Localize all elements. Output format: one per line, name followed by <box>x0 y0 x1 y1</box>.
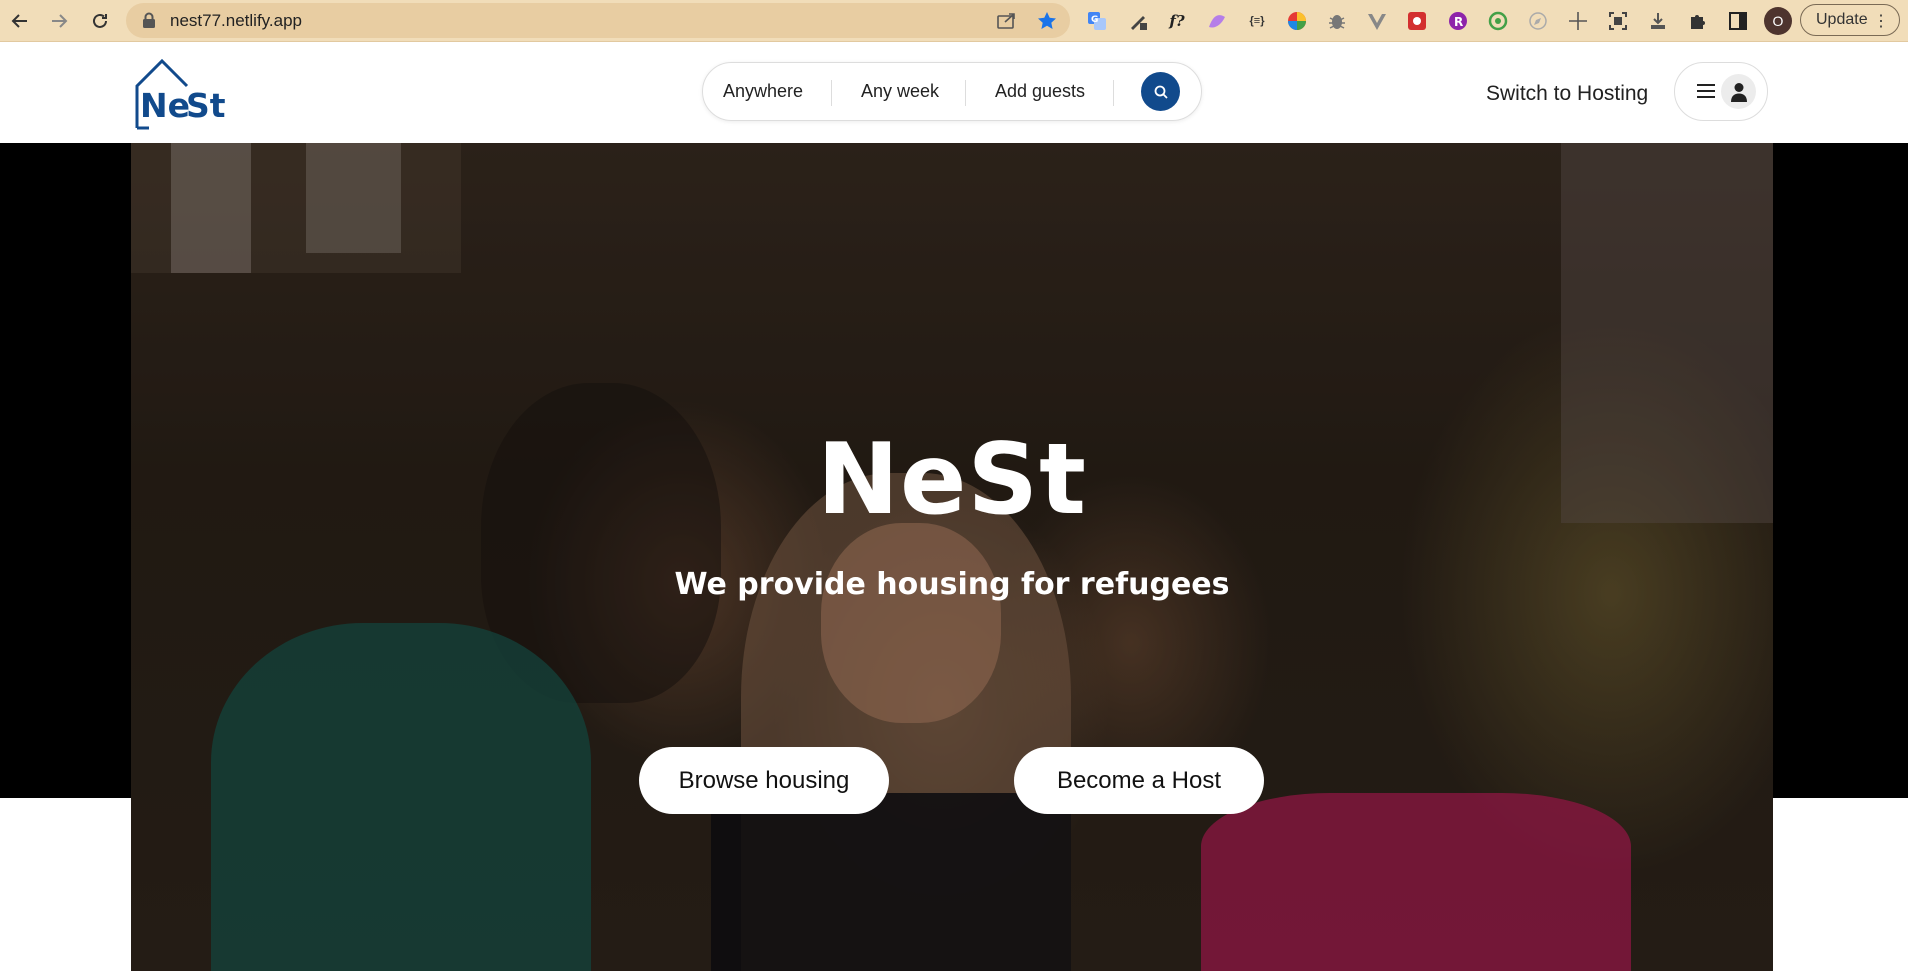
puzzle-icon[interactable] <box>1686 9 1710 33</box>
browse-housing-button[interactable]: Browse housing <box>639 747 889 814</box>
become-host-button[interactable]: Become a Host <box>1014 747 1264 814</box>
rainbow-pen-icon[interactable] <box>1205 9 1229 33</box>
red-extension-icon[interactable] <box>1405 9 1429 33</box>
hero-subtitle: We provide housing for refugees <box>674 567 1230 602</box>
search-add-guests[interactable]: Add guests <box>995 63 1085 120</box>
site-header: Ne St Anywhere Any week Add guests Switc… <box>0 42 1908 143</box>
hero-overlay <box>131 143 1773 971</box>
side-panel-icon[interactable] <box>1726 9 1750 33</box>
pen-tool-icon[interactable] <box>1126 9 1150 33</box>
svg-text:G: G <box>1091 15 1098 25</box>
translate-icon[interactable]: G <box>1085 9 1109 33</box>
hamburger-icon <box>1697 84 1715 103</box>
color-wheel-icon[interactable] <box>1285 9 1309 33</box>
user-avatar-icon <box>1721 74 1756 109</box>
update-label: Update <box>1816 11 1868 28</box>
hero-title: NeSt <box>817 423 1087 537</box>
lock-icon <box>142 12 156 34</box>
bug-icon[interactable] <box>1325 9 1349 33</box>
screenshot-icon[interactable] <box>1606 9 1630 33</box>
search-bar: Anywhere Any week Add guests <box>702 62 1202 121</box>
back-icon[interactable] <box>6 7 34 35</box>
user-menu-button[interactable] <box>1674 62 1768 121</box>
search-divider <box>1113 80 1114 106</box>
url-text: nest77.netlify.app <box>170 11 302 30</box>
profile-avatar[interactable]: O <box>1764 7 1792 35</box>
switch-to-hosting-link[interactable]: Switch to Hosting <box>1486 82 1648 106</box>
logo-text-ne: Ne <box>140 86 190 125</box>
green-face-icon[interactable] <box>1486 9 1510 33</box>
search-divider <box>831 80 832 106</box>
hero-section: NeSt We provide housing for refugees Bro… <box>131 143 1773 971</box>
curly-braces-icon[interactable]: {≡} <box>1245 9 1269 33</box>
reload-icon[interactable] <box>86 7 114 35</box>
download-icon[interactable] <box>1646 9 1670 33</box>
share-icon[interactable] <box>996 10 1018 32</box>
address-bar[interactable]: nest77.netlify.app <box>126 3 1070 38</box>
browser-toolbar: nest77.netlify.app G f? {≡} R O Update ⋮ <box>0 0 1908 42</box>
logo-text-st: St <box>186 86 226 125</box>
bookmark-star-icon[interactable] <box>1036 10 1058 32</box>
update-button[interactable]: Update ⋮ <box>1800 4 1900 36</box>
search-icon <box>1154 85 1168 99</box>
search-anywhere[interactable]: Anywhere <box>723 63 803 120</box>
more-icon: ⋮ <box>1873 13 1889 30</box>
vue-icon[interactable] <box>1365 9 1389 33</box>
move-arrows-icon[interactable] <box>1566 9 1590 33</box>
f-question-icon[interactable]: f? <box>1165 9 1189 33</box>
search-any-week[interactable]: Any week <box>861 63 939 120</box>
compass-icon[interactable] <box>1526 9 1550 33</box>
svg-text:R: R <box>1454 15 1463 29</box>
search-button[interactable] <box>1141 72 1180 111</box>
nest-logo[interactable]: Ne St <box>134 58 226 130</box>
search-divider <box>965 80 966 106</box>
forward-icon[interactable] <box>45 7 73 35</box>
letter-r-icon[interactable]: R <box>1446 9 1470 33</box>
